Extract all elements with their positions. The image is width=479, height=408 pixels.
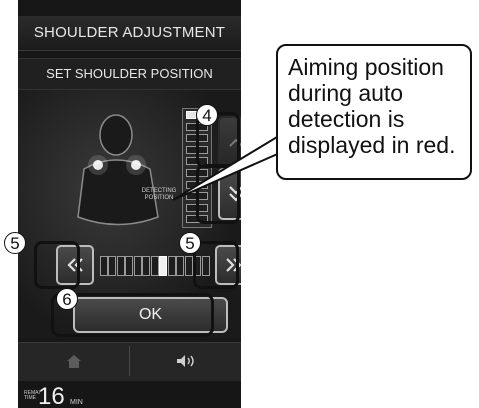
callout-pointer-mask <box>279 134 284 151</box>
